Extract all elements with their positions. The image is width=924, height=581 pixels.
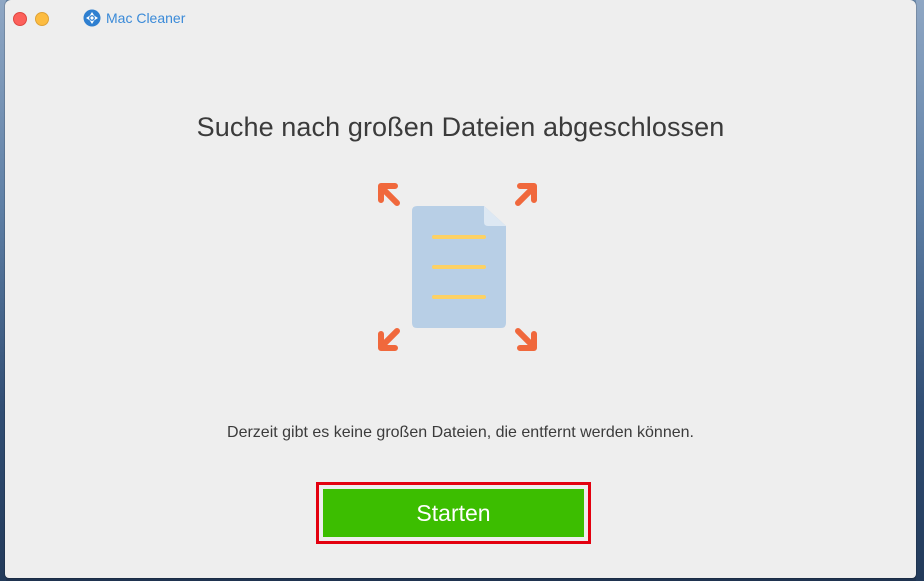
start-button-highlight: Starten — [316, 482, 591, 544]
window-close-button[interactable] — [13, 12, 27, 26]
start-button[interactable]: Starten — [323, 489, 584, 537]
window-minimize-button[interactable] — [35, 12, 49, 26]
app-window: Mac Cleaner Suche nach großen Dateien ab… — [5, 0, 916, 578]
mac-cleaner-logo-icon — [83, 9, 101, 27]
page-title: Suche nach großen Dateien abgeschlossen — [196, 112, 725, 142]
expand-document-icon — [378, 183, 537, 351]
title-bar: Mac Cleaner — [5, 0, 916, 36]
desktop-background-right — [916, 0, 924, 581]
document-shape — [412, 206, 506, 328]
status-message: Derzeit gibt es keine großen Dateien, di… — [227, 424, 694, 441]
app-name: Mac Cleaner — [106, 10, 186, 26]
app-title: Mac Cleaner — [83, 9, 185, 27]
